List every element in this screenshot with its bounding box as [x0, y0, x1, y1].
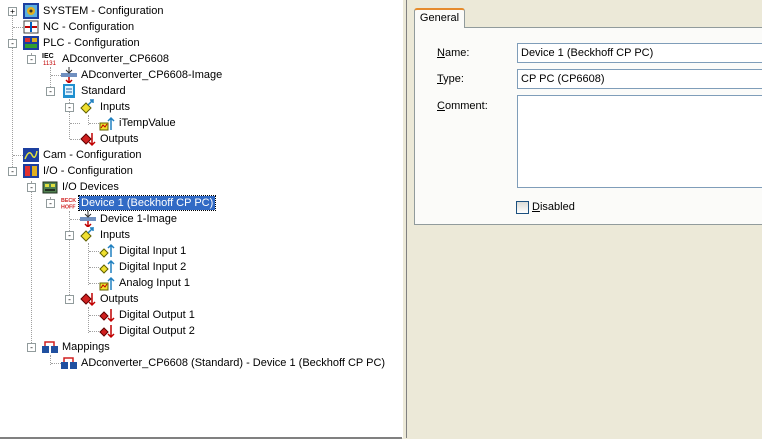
- collapse-toggle-device-outputs[interactable]: -: [65, 295, 74, 304]
- configuration-tree[interactable]: + - - - - - - - - - - IEC 1131 BECK HOFF…: [0, 0, 402, 439]
- beckhoff-device-icon: BECK HOFF: [61, 198, 76, 210]
- tree-item-mappings[interactable]: Mappings: [60, 340, 112, 354]
- svg-text:HOFF: HOFF: [61, 204, 76, 210]
- analog-input-var-icon: [99, 116, 115, 131]
- general-tab-page: Name: Device 1 (Beckhoff CP PC) Type: CP…: [414, 27, 762, 225]
- io-devices-icon: [42, 181, 58, 194]
- tree-item-plc-outputs[interactable]: Outputs: [98, 132, 141, 146]
- tab-general[interactable]: General: [414, 8, 465, 28]
- tree-item-itempvalue[interactable]: iTempValue: [117, 116, 178, 130]
- inputs-folder-icon: [80, 99, 94, 114]
- plc-config-icon: [23, 36, 39, 50]
- task-icon: [63, 84, 75, 98]
- tree-item-digital-output-2[interactable]: Digital Output 2: [117, 324, 197, 338]
- tree-item-analog-input-1[interactable]: Analog Input 1: [117, 276, 192, 290]
- tree-item-device-outputs[interactable]: Outputs: [98, 292, 141, 306]
- tree-item-digital-output-1[interactable]: Digital Output 1: [117, 308, 197, 322]
- tree-item-plc-inputs[interactable]: Inputs: [98, 100, 132, 114]
- tree-item-digital-input-2[interactable]: Digital Input 2: [117, 260, 188, 274]
- svg-text:BECK: BECK: [61, 198, 76, 204]
- type-label: Type:: [437, 73, 464, 85]
- process-image-icon: [61, 67, 77, 83]
- inputs-folder-icon: [80, 227, 94, 242]
- tree-item-device1[interactable]: Device 1 (Beckhoff CP PC): [77, 195, 217, 211]
- tree-item-adconverter-image[interactable]: ADconverter_CP6608-Image: [79, 68, 224, 82]
- collapse-toggle-device1[interactable]: -: [46, 199, 55, 208]
- collapse-toggle-io-devices[interactable]: -: [27, 183, 36, 192]
- system-config-icon: [23, 3, 39, 19]
- comment-label: Comment:: [437, 100, 488, 112]
- digital-input-icon: [99, 243, 115, 258]
- io-config-icon: [23, 164, 39, 178]
- name-label: Name:: [437, 47, 470, 59]
- tree-item-device-inputs[interactable]: Inputs: [98, 228, 132, 242]
- tree-item-io-devices[interactable]: I/O Devices: [60, 180, 121, 194]
- name-field[interactable]: Device 1 (Beckhoff CP PC): [517, 43, 762, 63]
- disabled-label[interactable]: Disabled: [532, 200, 575, 215]
- tree-item-cam-configuration[interactable]: Cam - Configuration: [41, 148, 143, 162]
- mapping-icon: [61, 357, 77, 369]
- disabled-checkbox[interactable]: [516, 201, 529, 214]
- tree-item-io-configuration[interactable]: I/O - Configuration: [41, 164, 135, 178]
- iec-project-icon: IEC1131: [42, 53, 57, 67]
- tree-item-digital-input-1[interactable]: Digital Input 1: [117, 244, 188, 258]
- collapse-toggle-standard[interactable]: -: [46, 87, 55, 96]
- svg-text:1131: 1131: [43, 61, 57, 67]
- digital-output-icon: [99, 309, 115, 323]
- nc-config-icon: [23, 20, 39, 34]
- mappings-icon: [42, 341, 58, 353]
- collapse-toggle-plc-inputs[interactable]: -: [65, 103, 74, 112]
- tree-item-nc-configuration[interactable]: NC - Configuration: [41, 20, 136, 34]
- collapse-toggle-io[interactable]: -: [8, 167, 17, 176]
- digital-input-icon: [99, 259, 115, 274]
- svg-text:IEC: IEC: [42, 53, 54, 60]
- collapse-toggle-mappings[interactable]: -: [27, 343, 36, 352]
- outputs-folder-icon: [80, 133, 96, 147]
- digital-output-icon: [99, 325, 115, 339]
- type-field[interactable]: CP PC (CP6608): [517, 69, 762, 89]
- tree-item-device1-image[interactable]: Device 1-Image: [98, 212, 179, 226]
- analog-input-var-icon: [99, 276, 115, 291]
- collapse-toggle-adconverter[interactable]: -: [27, 55, 36, 64]
- process-image-icon: [80, 211, 96, 227]
- tree-item-mapping-entry[interactable]: ADconverter_CP6608 (Standard) - Device 1…: [79, 356, 387, 370]
- properties-panel: General Name: Device 1 (Beckhoff CP PC) …: [407, 0, 762, 438]
- outputs-folder-icon: [80, 293, 96, 307]
- tree-item-plc-configuration[interactable]: PLC - Configuration: [41, 36, 142, 50]
- cam-config-icon: [23, 148, 39, 162]
- comment-field[interactable]: [517, 95, 762, 188]
- collapse-toggle-device-inputs[interactable]: -: [65, 231, 74, 240]
- tree-item-standard[interactable]: Standard: [79, 84, 128, 98]
- expand-toggle-system[interactable]: +: [8, 7, 17, 16]
- collapse-toggle-plc[interactable]: -: [8, 39, 17, 48]
- tree-item-adconverter[interactable]: ADconverter_CP6608: [60, 52, 171, 66]
- tree-item-system-configuration[interactable]: SYSTEM - Configuration: [41, 4, 165, 18]
